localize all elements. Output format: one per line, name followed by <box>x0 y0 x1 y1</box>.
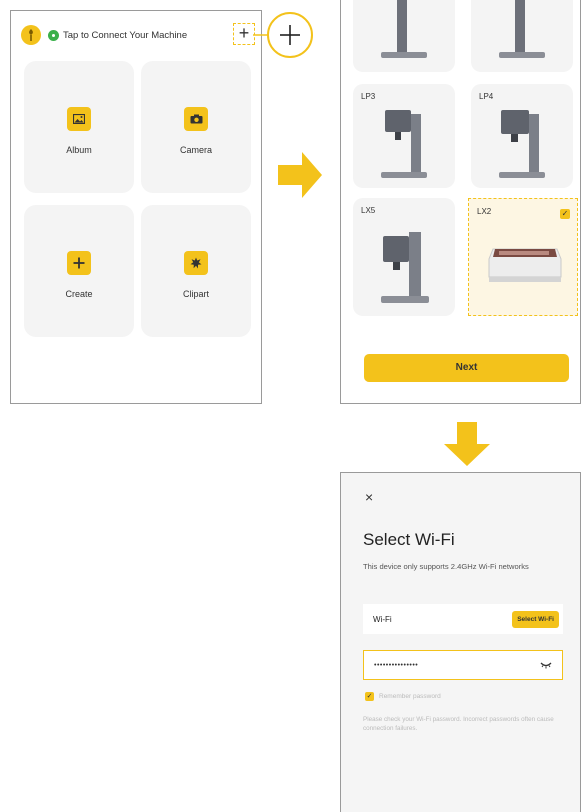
next-button[interactable]: Next <box>364 354 569 382</box>
app-logo-icon <box>21 25 41 45</box>
wifi-screen: × Select Wi-Fi This device only supports… <box>340 472 581 812</box>
camera-icon <box>184 107 208 131</box>
machine-card-lx2[interactable]: LX2 ✓ <box>468 198 578 316</box>
clipart-tile[interactable]: Clipart <box>141 205 251 337</box>
remember-checkbox[interactable]: ✓ <box>365 692 374 701</box>
machine-card[interactable] <box>471 0 573 72</box>
laser-machine-icon <box>499 110 545 178</box>
machine-card-lp3[interactable]: LP3 <box>353 84 455 188</box>
zoomed-add-button-callout <box>267 12 313 58</box>
camera-tile[interactable]: Camera <box>141 61 251 193</box>
machine-card[interactable] <box>353 0 455 72</box>
remember-label: Remember password <box>379 693 441 700</box>
laser-machine-icon <box>499 0 545 58</box>
album-label: Album <box>66 145 92 155</box>
laser-machine-icon <box>381 110 427 178</box>
selected-check-icon: ✓ <box>560 209 570 219</box>
machine-label: LX5 <box>361 206 376 215</box>
callout-connector <box>253 34 269 36</box>
create-tile[interactable]: Create <box>24 205 134 337</box>
enclosed-laser-machine-icon <box>488 248 562 282</box>
camera-label: Camera <box>179 145 212 155</box>
machine-card-lx5[interactable]: LX5 <box>353 198 455 316</box>
plus-icon <box>67 251 91 275</box>
image-icon <box>67 107 91 131</box>
connect-prompt[interactable]: Tap to Connect Your Machine <box>63 30 187 41</box>
right-arrow-icon <box>278 152 322 198</box>
remember-password-row[interactable]: ✓ Remember password <box>365 692 441 701</box>
machine-label: LX2 <box>477 207 492 216</box>
machine-select-screen: LP3 LP4 LX5 LX2 ✓ Next <box>340 0 581 404</box>
laser-machine-icon <box>381 0 427 58</box>
album-tile[interactable]: Album <box>24 61 134 193</box>
laser-machine-icon <box>381 232 429 303</box>
machine-label: LP3 <box>361 92 376 101</box>
machine-card-lp4[interactable]: LP4 <box>471 84 573 188</box>
wifi-label: Wi-Fi <box>373 614 392 624</box>
password-value[interactable]: ••••••••••••••• <box>374 662 418 669</box>
machine-label: LP4 <box>479 92 494 101</box>
down-arrow-icon <box>444 422 490 466</box>
page-subtitle: This device only supports 2.4GHz Wi-Fi n… <box>363 562 529 571</box>
eye-closed-icon[interactable] <box>540 661 552 669</box>
connect-header[interactable]: Tap to Connect Your Machine <box>21 25 187 45</box>
create-label: Create <box>65 289 93 299</box>
connection-status-icon <box>48 29 59 41</box>
wifi-network-row: Wi-Fi Select Wi-Fi <box>363 604 563 634</box>
password-field[interactable]: ••••••••••••••• <box>363 650 563 680</box>
add-machine-button[interactable]: + <box>233 23 255 45</box>
select-wifi-button[interactable]: Select Wi-Fi <box>512 610 559 628</box>
password-hint: Please check your Wi-Fi password. Incorr… <box>363 716 554 732</box>
page-title: Select Wi-Fi <box>363 530 455 549</box>
home-screen: Tap to Connect Your Machine + Album Came… <box>10 10 262 404</box>
clipart-icon <box>184 251 208 275</box>
close-icon[interactable]: × <box>365 489 373 505</box>
clipart-label: Clipart <box>182 289 209 299</box>
